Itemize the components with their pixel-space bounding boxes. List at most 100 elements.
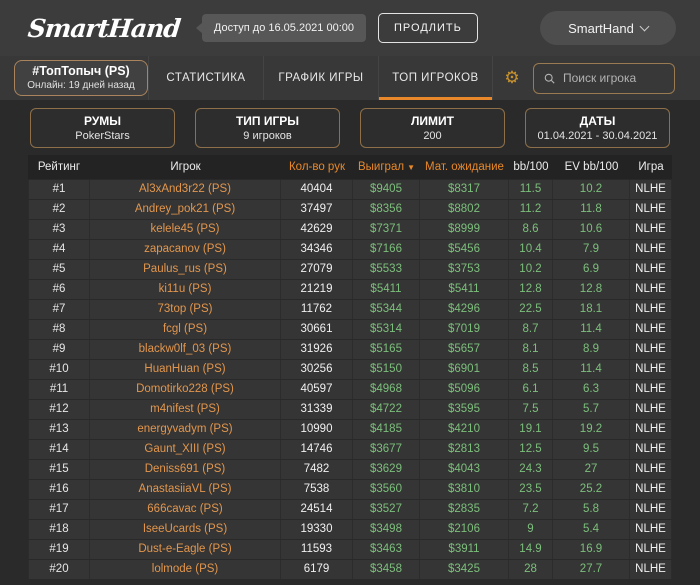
column-header-player[interactable]: Игрок: [90, 161, 281, 173]
table-row[interactable]: #5 Paulus_rus (PS) 27079 $5533 $3753 10.…: [28, 259, 672, 279]
column-header-rating[interactable]: Рейтинг: [28, 161, 90, 173]
cell-evbb100: 5.7: [553, 400, 630, 419]
cell-won: $4185: [353, 420, 420, 439]
cell-evbb100: 10.2: [553, 180, 630, 199]
cell-game: NLHE: [630, 380, 672, 399]
cell-rating: #2: [28, 200, 90, 219]
column-header-expectation[interactable]: Мат. ожидание: [420, 161, 509, 173]
cell-expectation: $2813: [420, 440, 509, 459]
selected-player-card[interactable]: #ТопТопыч (PS) Онлайн: 19 дней назад: [14, 60, 148, 96]
top-players-table: Рейтинг Игрок Кол-во рук Выиграл ▼ Мат. о…: [28, 155, 672, 579]
table-row[interactable]: #3 kelele45 (PS) 42629 $7371 $8999 8.6 1…: [28, 219, 672, 239]
cell-player[interactable]: lolmode (PS): [90, 560, 281, 579]
cell-expectation: $5096: [420, 380, 509, 399]
cell-evbb100: 27.7: [553, 560, 630, 579]
cell-player[interactable]: blackw0lf_03 (PS): [90, 340, 281, 359]
table-row[interactable]: #8 fcgl (PS) 30661 $5314 $7019 8.7 11.4 …: [28, 319, 672, 339]
cell-rating: #19: [28, 540, 90, 559]
table-row[interactable]: #10 HuanHuan (PS) 30256 $5150 $6901 8.5 …: [28, 359, 672, 379]
cell-player[interactable]: energyvadym (PS): [90, 420, 281, 439]
table-header-row: Рейтинг Игрок Кол-во рук Выиграл ▼ Мат. о…: [28, 155, 672, 179]
table-row[interactable]: #12 m4nifest (PS) 31339 $4722 $3595 7.5 …: [28, 399, 672, 419]
cell-player[interactable]: IseeUcards (PS): [90, 520, 281, 539]
filter-dropdown[interactable]: ДАТЫ 01.04.2021 - 30.04.2021: [525, 107, 670, 148]
cell-player[interactable]: Al3xAnd3r22 (PS): [90, 180, 281, 199]
cell-player[interactable]: zapacanov (PS): [90, 240, 281, 259]
search-input[interactable]: [562, 71, 664, 85]
cell-player[interactable]: ki11u (PS): [90, 280, 281, 299]
table-row[interactable]: #6 ki11u (PS) 21219 $5411 $5411 12.8 12.…: [28, 279, 672, 299]
cell-player[interactable]: kelele45 (PS): [90, 220, 281, 239]
filter-dropdown[interactable]: РУМЫ PokerStars: [30, 107, 175, 148]
table-row[interactable]: #4 zapacanov (PS) 34346 $7166 $5456 10.4…: [28, 239, 672, 259]
table-row[interactable]: #16 AnastasiiaVL (PS) 7538 $3560 $3810 2…: [28, 479, 672, 499]
cell-player[interactable]: m4nifest (PS): [90, 400, 281, 419]
tab[interactable]: СТАТИСТИКА: [148, 56, 263, 100]
sort-desc-icon: ▼: [407, 163, 415, 172]
table-row[interactable]: #15 Deniss691 (PS) 7482 $3629 $4043 24.3…: [28, 459, 672, 479]
selected-player-status: Онлайн: 19 дней назад: [27, 80, 135, 91]
cell-game: NLHE: [630, 320, 672, 339]
cell-game: NLHE: [630, 240, 672, 259]
cell-won: $4722: [353, 400, 420, 419]
cell-rating: #7: [28, 300, 90, 319]
account-menu-button[interactable]: SmartHand: [540, 11, 676, 45]
cell-game: NLHE: [630, 200, 672, 219]
cell-player[interactable]: 73top (PS): [90, 300, 281, 319]
tab[interactable]: ГРАФИК ИГРЫ: [263, 56, 378, 100]
filter-label: ТИП ИГРЫ: [235, 113, 300, 128]
cell-hands: 40404: [281, 180, 353, 199]
table-row[interactable]: #14 Gaunt_XIII (PS) 14746 $3677 $2813 12…: [28, 439, 672, 459]
column-header-bb100[interactable]: bb/100: [509, 161, 553, 173]
cell-bb100: 11.2: [509, 200, 553, 219]
table-row[interactable]: #13 energyvadym (PS) 10990 $4185 $4210 1…: [28, 419, 672, 439]
filter-dropdown[interactable]: ТИП ИГРЫ 9 игроков: [195, 107, 340, 148]
cell-bb100: 9: [509, 520, 553, 539]
account-menu-label: SmartHand: [568, 20, 634, 36]
cell-hands: 21219: [281, 280, 353, 299]
renew-button[interactable]: ПРОДЛИТЬ: [378, 13, 478, 43]
table-row[interactable]: #1 Al3xAnd3r22 (PS) 40404 $9405 $8317 11…: [28, 179, 672, 199]
cell-player[interactable]: Gaunt_XIII (PS): [90, 440, 281, 459]
filter-value: 9 игроков: [243, 129, 292, 142]
cell-player[interactable]: Domotirko228 (PS): [90, 380, 281, 399]
cell-evbb100: 8.9: [553, 340, 630, 359]
table-row[interactable]: #19 Dust-e-Eagle (PS) 11593 $3463 $3911 …: [28, 539, 672, 559]
cell-expectation: $2835: [420, 500, 509, 519]
cell-player[interactable]: fcgl (PS): [90, 320, 281, 339]
cell-expectation: $8802: [420, 200, 509, 219]
cell-player[interactable]: Deniss691 (PS): [90, 460, 281, 479]
tab[interactable]: ТОП ИГРОКОВ: [378, 56, 493, 100]
table-row[interactable]: #20 lolmode (PS) 6179 $3458 $3425 28 27.…: [28, 559, 672, 579]
cell-player[interactable]: 666cavac (PS): [90, 500, 281, 519]
table-row[interactable]: #7 73top (PS) 11762 $5344 $4296 22.5 18.…: [28, 299, 672, 319]
table-row[interactable]: #17 666cavac (PS) 24514 $3527 $2835 7.2 …: [28, 499, 672, 519]
nav-bar: #ТопТопыч (PS) Онлайн: 19 дней назад СТА…: [0, 56, 700, 100]
column-header-evbb100[interactable]: EV bb/100: [553, 161, 630, 173]
cell-hands: 7482: [281, 460, 353, 479]
player-search[interactable]: [533, 62, 675, 94]
column-header-game[interactable]: Игра: [630, 161, 672, 173]
table-row[interactable]: #11 Domotirko228 (PS) 40597 $4968 $5096 …: [28, 379, 672, 399]
table-row[interactable]: #2 Andrey_pok21 (PS) 37497 $8356 $8802 1…: [28, 199, 672, 219]
cell-won: $4968: [353, 380, 420, 399]
column-header-hands[interactable]: Кол-во рук: [281, 161, 353, 173]
column-header-won[interactable]: Выиграл ▼: [353, 161, 420, 173]
table-row[interactable]: #18 IseeUcards (PS) 19330 $3498 $2106 9 …: [28, 519, 672, 539]
cell-expectation: $2106: [420, 520, 509, 539]
cell-player[interactable]: AnastasiiaVL (PS): [90, 480, 281, 499]
cell-game: NLHE: [630, 560, 672, 579]
table-row[interactable]: #9 blackw0lf_03 (PS) 31926 $5165 $5657 8…: [28, 339, 672, 359]
cell-evbb100: 5.8: [553, 500, 630, 519]
cell-player[interactable]: Dust-e-Eagle (PS): [90, 540, 281, 559]
cell-game: NLHE: [630, 460, 672, 479]
cell-player[interactable]: HuanHuan (PS): [90, 360, 281, 379]
cell-player[interactable]: Paulus_rus (PS): [90, 260, 281, 279]
cell-evbb100: 16.9: [553, 540, 630, 559]
cell-player[interactable]: Andrey_pok21 (PS): [90, 200, 281, 219]
tab-list: СТАТИСТИКА ГРАФИК ИГРЫ ТОП ИГРОКОВ: [148, 56, 493, 100]
settings-gear-icon[interactable]: ⚙: [493, 56, 531, 100]
filter-label: РУМЫ: [83, 113, 122, 128]
filter-dropdown[interactable]: ЛИМИТ 200: [360, 107, 505, 148]
cell-won: $3458: [353, 560, 420, 579]
